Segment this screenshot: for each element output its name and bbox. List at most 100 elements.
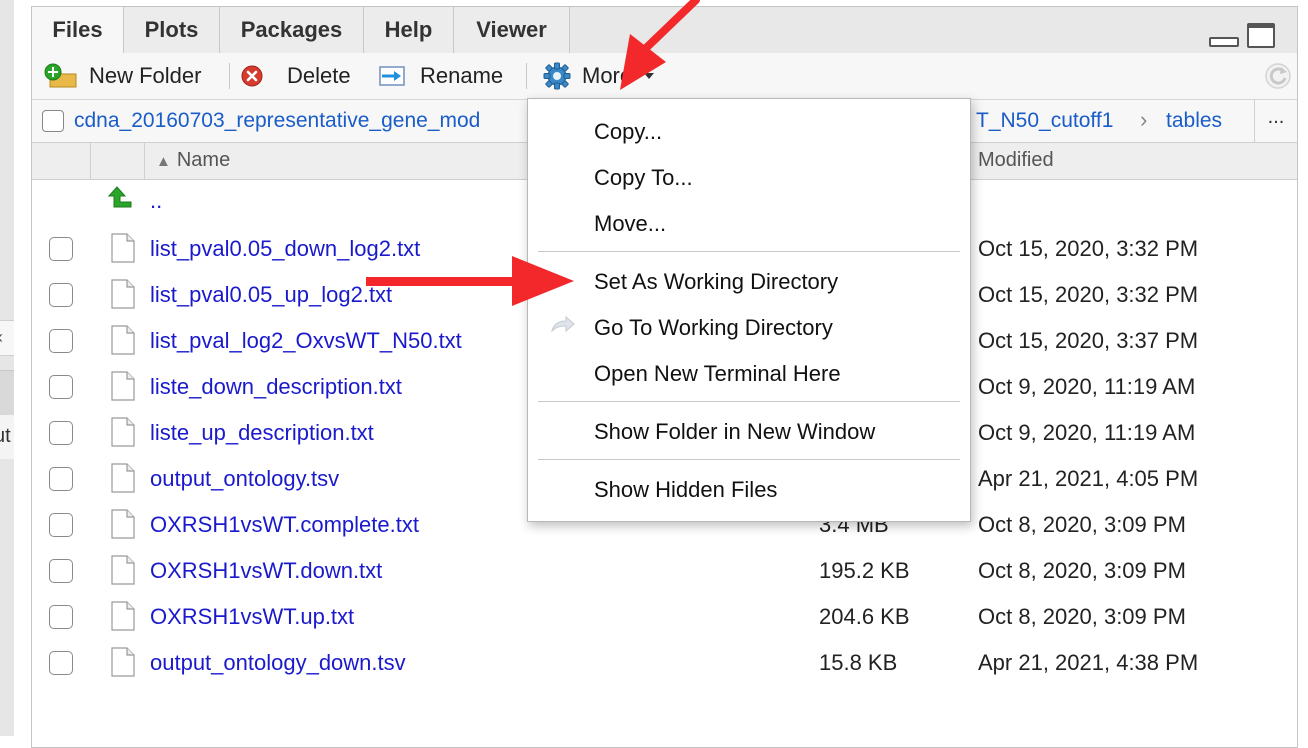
file-icon bbox=[111, 279, 135, 309]
table-row: OXRSH1vsWT.down.txt 195.2 KB Oct 8, 2020… bbox=[32, 548, 1297, 594]
file-modified: Oct 9, 2020, 11:19 AM bbox=[978, 374, 1196, 399]
new-folder-icon bbox=[44, 63, 77, 88]
file-icon bbox=[111, 463, 135, 493]
menu-divider bbox=[538, 251, 960, 252]
maximize-pane-button[interactable] bbox=[1247, 23, 1275, 48]
breadcrumb-item-root[interactable]: cdna_20160703_representative_gene_mod bbox=[74, 100, 480, 142]
tab-files-label: Files bbox=[52, 17, 103, 42]
table-row: output_ontology_down.tsv 15.8 KB Apr 21,… bbox=[32, 640, 1297, 686]
column-modified-label: Modified bbox=[978, 149, 1054, 171]
up-arrow-icon bbox=[107, 186, 132, 208]
gear-icon bbox=[543, 62, 571, 90]
left-pane-fragment: ut bbox=[0, 370, 14, 459]
menu-divider bbox=[538, 459, 960, 460]
file-icon bbox=[111, 555, 135, 585]
left-pane-edge: ‹ ut bbox=[0, 0, 14, 736]
tab-help-label: Help bbox=[384, 17, 433, 42]
file-checkbox[interactable] bbox=[49, 513, 73, 537]
menu-item-set-working-directory[interactable]: Set As Working Directory bbox=[594, 262, 838, 302]
file-name-link[interactable]: output_ontology_down.tsv bbox=[150, 640, 406, 686]
new-folder-button[interactable]: New Folder bbox=[44, 53, 201, 99]
sort-ascending-icon: ▲ bbox=[156, 153, 171, 170]
file-name-link[interactable]: list_pval_log2_OxvsWT_N50.txt bbox=[150, 318, 462, 364]
tab-help[interactable]: Help bbox=[364, 7, 454, 53]
file-modified: Apr 21, 2021, 4:05 PM bbox=[978, 466, 1199, 491]
tab-packages-label: Packages bbox=[240, 17, 343, 42]
file-icon bbox=[111, 509, 135, 539]
delete-label: Delete bbox=[287, 63, 351, 88]
rename-button[interactable]: Rename bbox=[378, 53, 503, 99]
table-row: OXRSH1vsWT.up.txt 204.6 KB Oct 8, 2020, … bbox=[32, 594, 1297, 640]
file-name-link[interactable]: list_pval0.05_up_log2.txt bbox=[150, 272, 392, 318]
file-checkbox[interactable] bbox=[49, 421, 73, 445]
file-name-link[interactable]: liste_up_description.txt bbox=[150, 410, 374, 456]
tab-plots[interactable]: Plots bbox=[124, 7, 220, 53]
column-header-modified[interactable]: Modified bbox=[978, 143, 1054, 179]
file-checkbox[interactable] bbox=[49, 237, 73, 261]
menu-item-open-terminal[interactable]: Open New Terminal Here bbox=[594, 354, 841, 394]
tab-packages[interactable]: Packages bbox=[220, 7, 364, 53]
file-icon bbox=[111, 325, 135, 355]
annotation-arrow-to-more bbox=[620, 0, 700, 90]
minimize-pane-button[interactable] bbox=[1209, 37, 1239, 47]
file-icon bbox=[111, 601, 135, 631]
file-name-link[interactable]: OXRSH1vsWT.up.txt bbox=[150, 594, 354, 640]
file-name-link[interactable]: OXRSH1vsWT.down.txt bbox=[150, 548, 382, 594]
file-modified: Apr 21, 2021, 4:38 PM bbox=[978, 650, 1199, 675]
file-modified: Oct 8, 2020, 3:09 PM bbox=[978, 558, 1186, 583]
file-checkbox[interactable] bbox=[49, 559, 73, 583]
file-icon bbox=[111, 417, 135, 447]
menu-item-show-folder-new-window[interactable]: Show Folder in New Window bbox=[594, 412, 875, 452]
refresh-icon[interactable] bbox=[1263, 61, 1293, 91]
column-divider bbox=[90, 143, 91, 179]
menu-item-show-hidden-files[interactable]: Show Hidden Files bbox=[594, 470, 777, 510]
select-all-checkbox[interactable] bbox=[42, 110, 64, 132]
file-name-link[interactable]: output_ontology.tsv bbox=[150, 456, 339, 502]
file-icon bbox=[111, 371, 135, 401]
menu-item-copy-to[interactable]: Copy To... bbox=[594, 158, 693, 198]
tab-viewer[interactable]: Viewer bbox=[454, 7, 570, 53]
file-size: 204.6 KB bbox=[819, 604, 910, 629]
file-checkbox[interactable] bbox=[49, 467, 73, 491]
menu-item-go-to-working-directory[interactable]: Go To Working Directory bbox=[594, 308, 833, 348]
more-dropdown-menu: Copy... Copy To... Move... Set As Workin… bbox=[527, 98, 971, 522]
column-header-name[interactable]: ▲ Name bbox=[156, 143, 230, 179]
left-collapse-handle[interactable]: ‹ bbox=[0, 320, 14, 356]
file-modified: Oct 8, 2020, 3:09 PM bbox=[978, 604, 1186, 629]
breadcrumb-item-current[interactable]: tables bbox=[1166, 100, 1222, 142]
left-pane-text: ut bbox=[0, 425, 11, 447]
file-name-link[interactable]: OXRSH1vsWT.complete.txt bbox=[150, 502, 419, 548]
column-divider bbox=[144, 143, 145, 179]
menu-item-move[interactable]: Move... bbox=[594, 204, 666, 244]
delete-icon bbox=[241, 65, 263, 87]
path-overflow-button[interactable]: ... bbox=[1254, 100, 1297, 142]
file-checkbox[interactable] bbox=[49, 329, 73, 353]
file-modified: Oct 15, 2020, 3:37 PM bbox=[978, 328, 1199, 353]
toolbar-divider bbox=[229, 63, 230, 89]
parent-directory-link[interactable]: .. bbox=[150, 188, 162, 214]
toolbar-divider bbox=[526, 63, 527, 89]
file-modified: Oct 8, 2020, 3:09 PM bbox=[978, 512, 1186, 537]
file-name-link[interactable]: liste_down_description.txt bbox=[150, 364, 402, 410]
delete-button[interactable]: Delete bbox=[241, 53, 351, 99]
file-modified: Oct 15, 2020, 3:32 PM bbox=[978, 236, 1199, 261]
rename-icon bbox=[379, 66, 405, 86]
annotation-arrow-to-set-working-directory bbox=[366, 256, 574, 306]
left-collapse-glyph: ‹ bbox=[0, 327, 3, 348]
tab-plots-label: Plots bbox=[144, 17, 199, 42]
new-folder-label: New Folder bbox=[89, 63, 202, 88]
file-modified: Oct 15, 2020, 3:32 PM bbox=[978, 282, 1199, 307]
breadcrumb-item-folder[interactable]: T_N50_cutoff1 bbox=[976, 100, 1113, 142]
file-checkbox[interactable] bbox=[49, 283, 73, 307]
left-pane-text-fragment: ut bbox=[0, 415, 14, 459]
menu-divider bbox=[538, 401, 960, 402]
rename-label: Rename bbox=[420, 63, 504, 88]
breadcrumb-separator-icon: › bbox=[1140, 107, 1148, 132]
go-to-directory-icon bbox=[551, 315, 575, 333]
menu-item-copy[interactable]: Copy... bbox=[594, 112, 662, 152]
tab-files[interactable]: Files bbox=[32, 7, 124, 53]
file-checkbox[interactable] bbox=[49, 651, 73, 675]
file-checkbox[interactable] bbox=[49, 375, 73, 399]
file-modified: Oct 9, 2020, 11:19 AM bbox=[978, 420, 1196, 445]
file-checkbox[interactable] bbox=[49, 605, 73, 629]
